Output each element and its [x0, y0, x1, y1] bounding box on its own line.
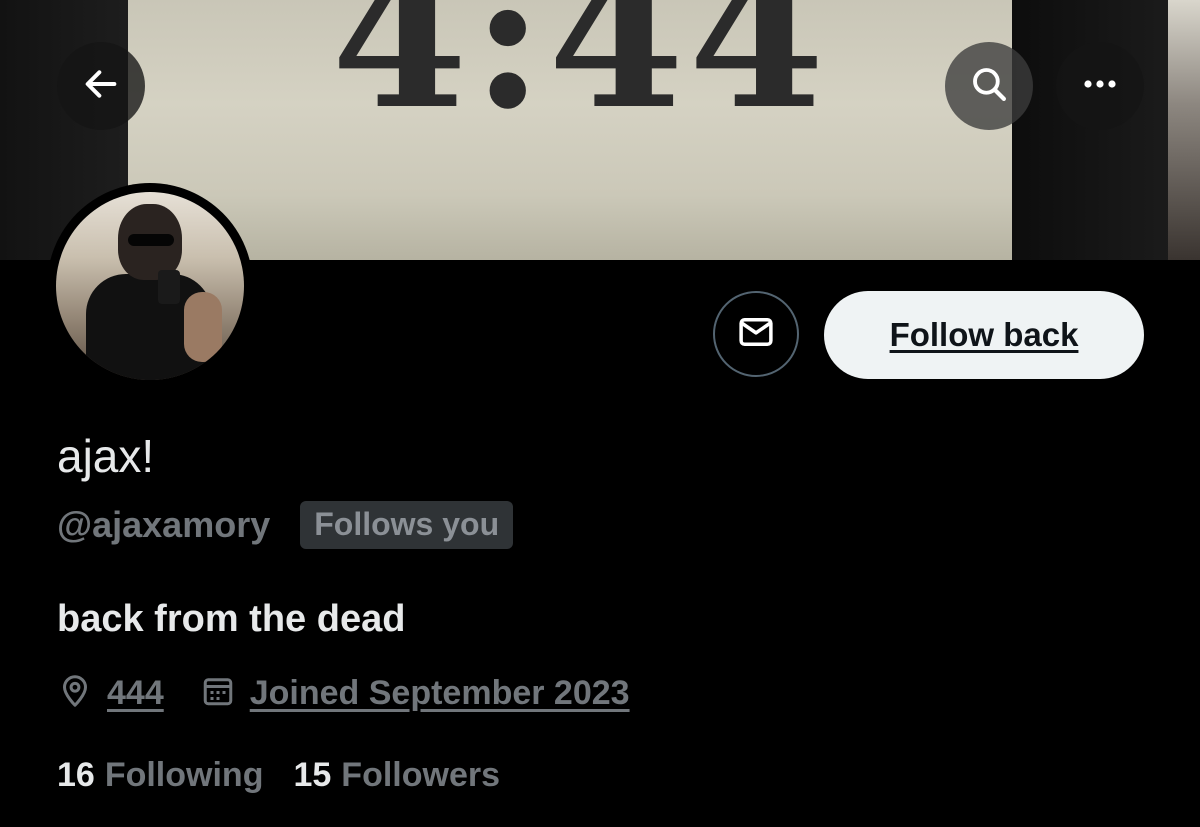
- envelope-icon: [735, 311, 777, 358]
- display-name: ajax!: [57, 430, 155, 482]
- avatar-figure-phone: [158, 270, 180, 304]
- follows-you-badge: Follows you: [300, 501, 514, 549]
- followers-stat[interactable]: 15 Followers: [293, 756, 500, 795]
- following-label: Following: [104, 755, 264, 794]
- handle-row: @ajaxamory Follows you: [57, 500, 514, 550]
- search-button[interactable]: [945, 42, 1033, 130]
- joined-date: Joined September 2023: [249, 673, 630, 712]
- profile-bio: back from the dead: [57, 598, 406, 640]
- avatar[interactable]: [47, 183, 253, 389]
- followers-label: Followers: [341, 755, 500, 794]
- back-button[interactable]: [57, 42, 145, 130]
- location-item[interactable]: 444: [57, 673, 164, 714]
- calendar-icon: [200, 673, 250, 714]
- more-options-button[interactable]: [1056, 42, 1144, 130]
- avatar-figure-arm: [184, 292, 222, 362]
- banner-right-shadow: [1012, 0, 1172, 260]
- following-stat[interactable]: 16 Following: [57, 756, 263, 795]
- search-icon: [968, 63, 1010, 110]
- follow-back-button[interactable]: Follow back: [824, 291, 1144, 379]
- follow-stats: 16 Following 15 Followers: [57, 750, 530, 800]
- followers-count: 15: [293, 755, 332, 794]
- banner-clock-text: 4:44: [331, 0, 829, 153]
- message-button[interactable]: [713, 291, 799, 377]
- location-link[interactable]: 444: [107, 674, 164, 713]
- location-pin-icon: [57, 673, 107, 714]
- more-horizontal-icon: [1080, 77, 1120, 95]
- arrow-left-icon: [81, 64, 121, 109]
- profile-meta: 444 Joined September 2023: [57, 668, 666, 718]
- avatar-figure-glasses: [128, 234, 174, 246]
- following-count: 16: [57, 755, 95, 794]
- username-handle: @ajaxamory: [57, 504, 271, 545]
- avatar-photo: [56, 192, 244, 380]
- joined-item: Joined September 2023: [200, 673, 630, 714]
- banner-edge-figure: [1168, 0, 1200, 260]
